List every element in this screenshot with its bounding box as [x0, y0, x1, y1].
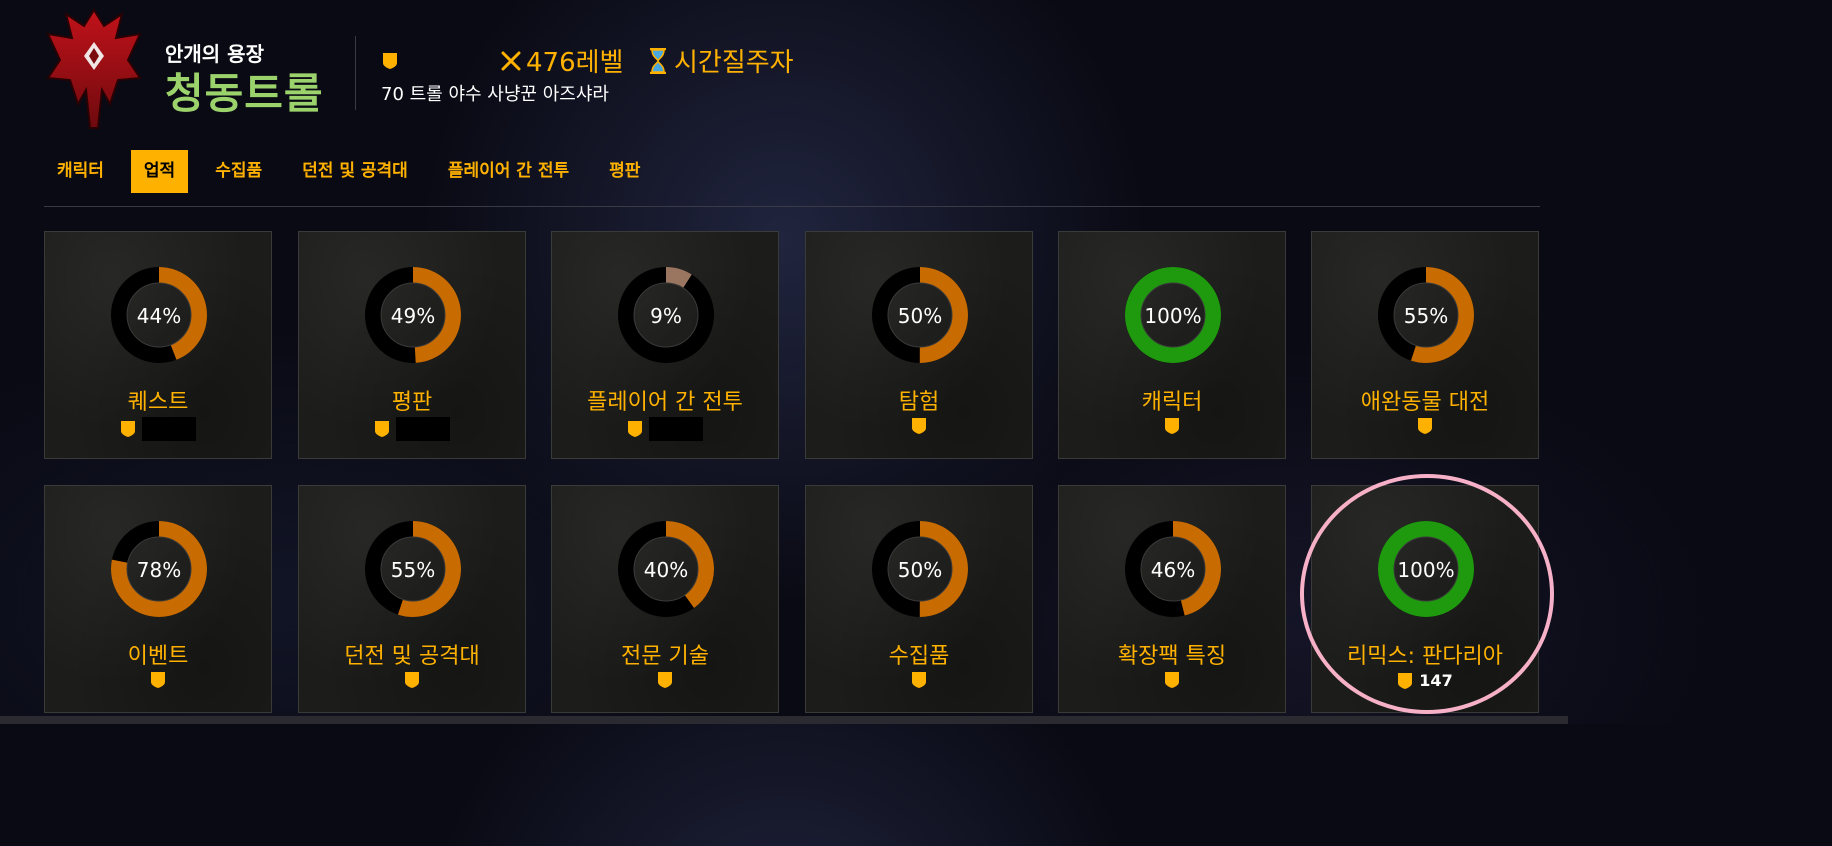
category-label: 플레이어 간 전투	[587, 390, 743, 415]
progress-percent: 46%	[1150, 558, 1196, 582]
category-label: 수집품	[888, 644, 950, 669]
tab-character[interactable]: 캐릭터	[44, 150, 117, 193]
category-label: 전문 기술	[621, 644, 709, 669]
tab-dungeons-raids[interactable]: 던전 및 공격대	[289, 150, 421, 193]
category-label: 애완동물 대전	[1360, 390, 1490, 415]
covenant-name: 시간질주자	[674, 48, 794, 78]
category-points	[1312, 417, 1538, 435]
category-points	[299, 671, 525, 689]
category-points	[45, 417, 271, 441]
achievement-shield-icon	[1398, 672, 1413, 689]
achievement-shield-icon	[912, 672, 926, 688]
achievement-shield-icon	[1165, 672, 1179, 688]
progress-percent: 50%	[897, 304, 943, 328]
progress-percent: 100%	[1144, 304, 1202, 328]
achievement-shield-icon	[405, 672, 419, 688]
category-label: 확장팩 특징	[1117, 644, 1227, 669]
tab-pvp[interactable]: 플레이어 간 전투	[435, 150, 582, 193]
achievement-shield-icon	[375, 421, 389, 437]
covenant[interactable]: 시간질주자	[648, 42, 794, 79]
category-label: 이벤트	[127, 644, 189, 669]
achievement-shield-icon	[383, 53, 397, 69]
category-points	[1059, 671, 1285, 689]
achievement-category-card[interactable]: 46% 확장팩 특징	[1058, 485, 1286, 713]
progress-percent: 40%	[643, 558, 689, 582]
achievement-shield-icon	[628, 421, 642, 437]
achievement-shield-icon	[121, 421, 135, 437]
category-points	[806, 417, 1032, 435]
category-points	[806, 671, 1032, 689]
progress-percent: 78%	[136, 558, 182, 582]
nav-divider	[44, 206, 1540, 207]
category-points	[552, 417, 778, 441]
horde-emblem-icon	[46, 8, 142, 129]
category-label: 던전 및 공격대	[344, 644, 480, 669]
achievement-category-card[interactable]: 49% 평판	[298, 231, 526, 459]
nav-tabs: 캐릭터 업적 수집품 던전 및 공격대 플레이어 간 전투 평판	[44, 150, 667, 193]
achievement-category-card[interactable]: 9% 플레이어 간 전투	[551, 231, 779, 459]
category-label: 캐릭터	[1141, 390, 1203, 415]
category-label: 퀘스트	[127, 390, 189, 415]
achievement-shield-icon	[912, 418, 926, 434]
item-level-value: 476레벨	[526, 48, 624, 78]
progress-percent: 55%	[390, 558, 436, 582]
progress-percent: 9%	[650, 304, 682, 328]
crossed-swords-icon	[501, 51, 521, 70]
category-points	[1059, 417, 1285, 435]
hourglass-icon	[650, 47, 666, 74]
category-points	[45, 671, 271, 689]
achievement-category-card[interactable]: 100% 캐릭터	[1058, 231, 1286, 459]
points-count: 147	[1419, 671, 1453, 690]
achievement-shield-icon	[1418, 418, 1432, 434]
progress-percent: 49%	[390, 304, 436, 328]
achievement-category-card[interactable]: 78% 이벤트	[44, 485, 272, 713]
achievement-shield-icon	[151, 672, 165, 688]
achievement-category-card[interactable]: 50% 탐험	[805, 231, 1033, 459]
progress-percent: 55%	[1403, 304, 1449, 328]
category-points: 147	[1312, 671, 1538, 690]
achievement-shield-icon	[1165, 418, 1179, 434]
achievement-category-card[interactable]: 44% 퀘스트	[44, 231, 272, 459]
tab-collections[interactable]: 수집품	[202, 150, 275, 193]
progress-percent: 100%	[1397, 558, 1455, 582]
achievement-category-grid: 44% 퀘스트 49% 평판 9% 플레이어 간 전투 50% 탐험 100% 캐릭터 55% 애완동…	[44, 231, 1541, 713]
category-label: 탐험	[898, 390, 940, 415]
category-points	[552, 671, 778, 689]
achievement-shield-icon	[658, 672, 672, 688]
header-divider	[355, 36, 356, 110]
category-points	[299, 417, 525, 441]
achievement-category-card[interactable]: 100% 리믹스: 판다리아 147	[1311, 485, 1539, 713]
category-label: 리믹스: 판다리아	[1346, 644, 1504, 669]
achievement-category-card[interactable]: 50% 수집품	[805, 485, 1033, 713]
tab-reputation[interactable]: 평판	[596, 150, 653, 193]
progress-percent: 50%	[897, 558, 943, 582]
character-info: 70 트롤 야수 사냥꾼 아즈샤라	[381, 84, 609, 105]
achievement-category-card[interactable]: 40% 전문 기술	[551, 485, 779, 713]
category-label: 평판	[391, 390, 433, 415]
achievement-category-card[interactable]: 55% 애완동물 대전	[1311, 231, 1539, 459]
progress-percent: 44%	[136, 304, 182, 328]
character-name[interactable]: 청동트롤	[165, 60, 324, 121]
achievement-category-card[interactable]: 55% 던전 및 공격대	[298, 485, 526, 713]
tab-achievements[interactable]: 업적	[130, 150, 189, 193]
item-level: 476레벨	[500, 42, 623, 79]
redacted-points	[142, 417, 196, 441]
redacted-points	[396, 417, 450, 441]
bottom-strip	[0, 716, 1568, 724]
redacted-points	[649, 417, 703, 441]
